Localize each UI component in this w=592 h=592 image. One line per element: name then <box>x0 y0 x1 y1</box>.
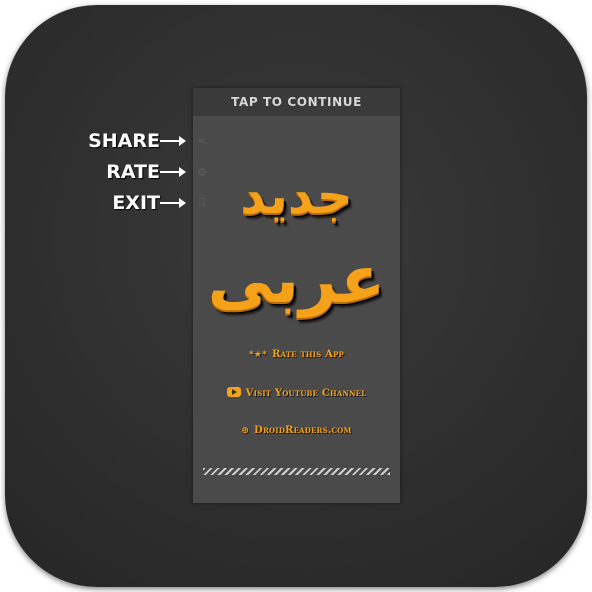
stars-icon: *★* <box>249 350 268 360</box>
main-content[interactable]: < ⚙ ⍈ جدید عربی *★* Rate this App Visit Y… <box>193 116 400 503</box>
app-title-line-1: جدید <box>240 167 353 225</box>
app-screen: TAP TO CONTINUE < ⚙ ⍈ جدید عربی *★* Rate … <box>193 88 400 503</box>
exit-callout: EXIT <box>84 192 186 214</box>
app-title-line-2: عربی <box>207 241 386 318</box>
rate-callout-label: RATE <box>106 161 160 183</box>
loading-bar <box>203 468 390 475</box>
youtube-channel-link[interactable]: Visit Youtube Channel <box>193 387 400 399</box>
share-callout: SHARE <box>84 130 186 152</box>
share-icon[interactable]: < <box>195 133 209 147</box>
globe-icon: ⊕ <box>241 426 250 436</box>
website-label: DroidReaders.com <box>254 425 352 436</box>
tap-to-continue-bar[interactable]: TAP TO CONTINUE <box>193 88 400 116</box>
rate-app-link[interactable]: *★* Rate this App <box>193 349 400 360</box>
share-callout-label: SHARE <box>88 130 160 152</box>
arrow-right-icon <box>160 167 186 177</box>
rate-app-label: Rate this App <box>272 349 344 360</box>
exit-callout-label: EXIT <box>112 192 160 214</box>
rate-callout: RATE <box>84 161 186 183</box>
website-link[interactable]: ⊕ DroidReaders.com <box>193 425 400 436</box>
youtube-channel-label: Visit Youtube Channel <box>245 388 367 399</box>
youtube-icon <box>226 387 241 397</box>
arrow-right-icon <box>160 198 186 208</box>
arrow-right-icon <box>160 136 186 146</box>
